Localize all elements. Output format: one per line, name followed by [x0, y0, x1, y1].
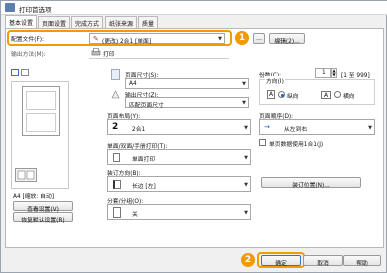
chevron-down-icon: ▼ [218, 36, 222, 42]
binding-position-button[interactable]: 装订位置(N)... [261, 177, 361, 189]
tab-basic[interactable]: 基本设置 [5, 15, 38, 28]
output-method-label: 输出方法(M): [11, 52, 46, 58]
chevron-down-icon: ▼ [244, 210, 248, 216]
landscape-label: 横向 [343, 94, 355, 100]
output-size-value: 匹配页面尺寸 [129, 103, 164, 109]
tab-page-setup[interactable]: 页面设置 [38, 16, 71, 28]
page-order-value: 从左到右 [284, 127, 308, 133]
page-layout-value: 2合1 [132, 127, 146, 133]
preview-page-1 [26, 91, 56, 110]
tab-finishing[interactable]: 完成方式 [71, 16, 104, 28]
single-sided-icon [113, 153, 120, 162]
page-preview [11, 81, 69, 189]
output-method-underline [89, 58, 229, 59]
portrait-radio[interactable] [278, 91, 285, 98]
chevron-down-icon: ▼ [244, 125, 248, 131]
preview-thumb-icon [15, 168, 37, 182]
page-size-select[interactable]: A4 ▼ [125, 78, 249, 89]
binding-direction-value: 长边 [左] [132, 184, 156, 190]
portrait-icon: A [267, 90, 275, 99]
landscape-icon: A [321, 91, 331, 99]
tab-paper-source[interactable]: 纸张来源 [105, 16, 138, 28]
page-layout-select[interactable]: 2 2合1 ▼ [107, 119, 251, 135]
preview-sheet [22, 86, 60, 136]
copies-value: 1 [322, 70, 326, 76]
collate-icon [113, 207, 121, 218]
output-method-value[interactable]: 打印 [103, 49, 115, 58]
chevron-down-icon: ▼ [244, 182, 248, 188]
preview-caption: A4 [缩放: 自动] [13, 194, 55, 200]
chevron-down-icon: ▼ [244, 155, 248, 161]
copies-input[interactable]: 1 [315, 68, 331, 78]
print-style-select[interactable]: 单面打印 ▼ [107, 149, 251, 165]
callout-1: 1 [235, 31, 249, 45]
single-page-checkbox[interactable] [259, 139, 266, 146]
preview-page-2 [26, 113, 56, 132]
landscape-radio[interactable] [334, 91, 341, 98]
profile-edit-button[interactable]: 编辑(2)... [269, 33, 305, 45]
profile-select[interactable]: ✎ (更改) 2合1 [单面] ▼ [89, 33, 225, 45]
help-button[interactable]: 帮助 [343, 255, 381, 267]
preview-layout-icon[interactable] [21, 69, 29, 76]
preview-toggle-icon[interactable] [11, 69, 19, 76]
page-order-select[interactable]: → 从左到右 ▼ [259, 119, 375, 135]
copies-range: [1 至 999] [341, 73, 370, 79]
single-page-label: 单页数据使用1合1(J) [269, 142, 324, 148]
cancel-button[interactable]: 取消 [303, 255, 343, 267]
window-title: 打印首选项 [19, 6, 52, 14]
print-style-value: 单面打印 [132, 157, 156, 163]
output-size-icon [111, 90, 120, 99]
page-size-value: A4 [129, 81, 137, 87]
chevron-down-icon: ▼ [242, 100, 246, 106]
arrow-right-icon: → [264, 123, 270, 131]
print-preferences-window: 打印首选项 基本设置 页面设置 完成方式 纸张来源 质量 配置文件(F): ✎ … [0, 0, 387, 273]
collate-select[interactable]: 关 ▼ [107, 204, 251, 220]
view-settings-button[interactable]: 查看设置(V) [13, 201, 73, 213]
copies-stepper[interactable]: ▲ ▼ [331, 68, 337, 78]
profile-value: (更改) 2合1 [单面] [102, 39, 152, 45]
page-size-icon [111, 69, 120, 80]
print-icon [91, 48, 101, 56]
orientation-label: 方向(I) [265, 76, 285, 85]
binding-left-icon [113, 180, 121, 189]
layout-2up-icon: 2 [112, 122, 119, 132]
portrait-label: 纵向 [287, 94, 299, 100]
ok-button[interactable]: 确定 [261, 255, 301, 267]
printer-icon [5, 3, 15, 12]
chevron-down-icon: ▼ [242, 81, 246, 87]
restore-defaults-button[interactable]: 恢复默认设置(R) [13, 212, 73, 224]
profile-label: 配置文件(F): [11, 37, 44, 43]
output-size-select[interactable]: 匹配页面尺寸 ▼ [125, 97, 249, 109]
binding-direction-select[interactable]: 长边 [左] ▼ [107, 176, 251, 192]
tab-quality[interactable]: 质量 [138, 16, 159, 28]
chevron-down-icon: ▼ [368, 125, 372, 131]
profile-pen-icon: ✎ [93, 35, 99, 43]
collate-value: 关 [132, 212, 138, 218]
profile-add-button[interactable]: … [253, 33, 265, 44]
callout-2: 2 [241, 253, 255, 267]
title-bar: 打印首选项 [1, 1, 387, 15]
